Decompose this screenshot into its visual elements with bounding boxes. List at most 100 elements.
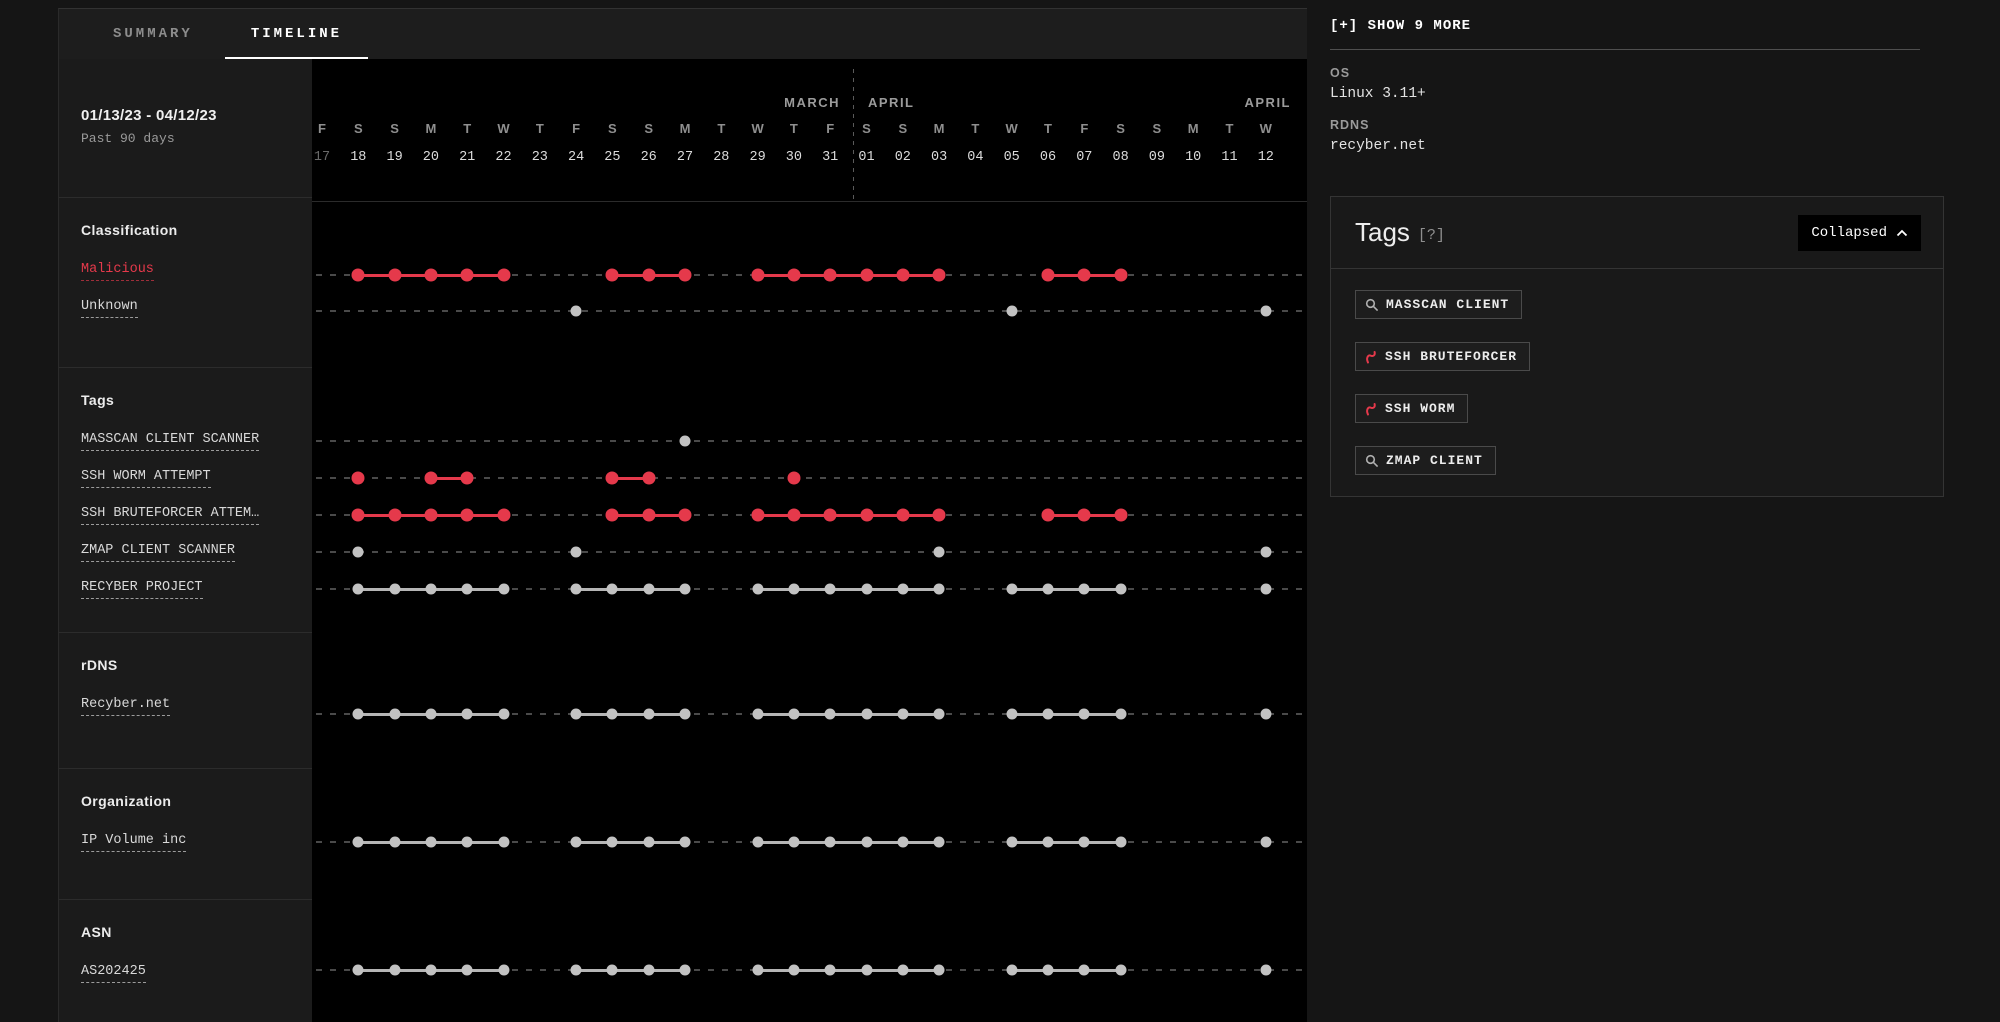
timeline-dot-ssh-bruteforcer-attempt-31[interactable] bbox=[824, 509, 837, 522]
tag-chip-masscan-client[interactable]: MASSCAN CLIENT bbox=[1355, 290, 1522, 319]
timeline-dot-organization-ip-volume-inc-01[interactable] bbox=[861, 837, 872, 848]
timeline-dot-recyber-project-21[interactable] bbox=[462, 584, 473, 595]
timeline-dot-recyber-project-08[interactable] bbox=[1115, 584, 1126, 595]
timeline-dot-rdns-recyber-net-06[interactable] bbox=[1043, 709, 1054, 720]
sidebar-item-as202425[interactable]: AS202425 bbox=[81, 964, 146, 983]
timeline-dot-rdns-recyber-net-08[interactable] bbox=[1115, 709, 1126, 720]
sidebar-item-ssh-bruteforcer-attem-[interactable]: SSH BRUTEFORCER ATTEM… bbox=[81, 506, 259, 525]
timeline-dot-organization-ip-volume-inc-21[interactable] bbox=[462, 837, 473, 848]
tag-chip-ssh-bruteforcer[interactable]: SSH BRUTEFORCER bbox=[1355, 342, 1530, 371]
timeline-dot-recyber-project-20[interactable] bbox=[425, 584, 436, 595]
timeline-dot-ssh-bruteforcer-attempt-20[interactable] bbox=[424, 509, 437, 522]
timeline-dot-recyber-project-07[interactable] bbox=[1079, 584, 1090, 595]
timeline-dot-malicious-18[interactable] bbox=[352, 269, 365, 282]
timeline-dot-malicious-26[interactable] bbox=[642, 269, 655, 282]
timeline-dot-organization-ip-volume-inc-12[interactable] bbox=[1260, 837, 1271, 848]
timeline-dot-asn-as202425-01[interactable] bbox=[861, 965, 872, 976]
timeline-dot-zmap-client-scanner-24[interactable] bbox=[571, 547, 582, 558]
timeline-dot-asn-as202425-24[interactable] bbox=[571, 965, 582, 976]
timeline-dot-rdns-recyber-net-18[interactable] bbox=[353, 709, 364, 720]
timeline-dot-rdns-recyber-net-05[interactable] bbox=[1006, 709, 1017, 720]
timeline-dot-masscan-client-scanner-27[interactable] bbox=[680, 436, 691, 447]
timeline-dot-malicious-29[interactable] bbox=[751, 269, 764, 282]
timeline-dot-organization-ip-volume-inc-24[interactable] bbox=[571, 837, 582, 848]
timeline-dot-asn-as202425-25[interactable] bbox=[607, 965, 618, 976]
sidebar-item-ssh-worm-attempt[interactable]: SSH WORM ATTEMPT bbox=[81, 469, 211, 488]
timeline-dot-zmap-client-scanner-18[interactable] bbox=[353, 547, 364, 558]
timeline-dot-asn-as202425-31[interactable] bbox=[825, 965, 836, 976]
timeline-dot-asn-as202425-03[interactable] bbox=[934, 965, 945, 976]
timeline-dot-recyber-project-06[interactable] bbox=[1043, 584, 1054, 595]
timeline-dot-rdns-recyber-net-26[interactable] bbox=[643, 709, 654, 720]
timeline-dot-ssh-worm-attempt-30[interactable] bbox=[787, 472, 800, 485]
timeline-dot-recyber-project-24[interactable] bbox=[571, 584, 582, 595]
timeline-dot-malicious-27[interactable] bbox=[679, 269, 692, 282]
sidebar-item-masscan-client-scanner[interactable]: MASSCAN CLIENT SCANNER bbox=[81, 432, 259, 451]
timeline-dot-recyber-project-03[interactable] bbox=[934, 584, 945, 595]
timeline-dot-asn-as202425-07[interactable] bbox=[1079, 965, 1090, 976]
timeline-dot-zmap-client-scanner-03[interactable] bbox=[934, 547, 945, 558]
timeline-dot-malicious-31[interactable] bbox=[824, 269, 837, 282]
timeline-dot-unknown-24[interactable] bbox=[571, 306, 582, 317]
timeline-dot-recyber-project-25[interactable] bbox=[607, 584, 618, 595]
sidebar-item-recyber-project[interactable]: RECYBER PROJECT bbox=[81, 580, 203, 599]
timeline-dot-ssh-bruteforcer-attempt-03[interactable] bbox=[933, 509, 946, 522]
timeline-dot-ssh-bruteforcer-attempt-06[interactable] bbox=[1042, 509, 1055, 522]
timeline-dot-unknown-05[interactable] bbox=[1006, 306, 1017, 317]
timeline-dot-rdns-recyber-net-31[interactable] bbox=[825, 709, 836, 720]
timeline-dot-ssh-worm-attempt-18[interactable] bbox=[352, 472, 365, 485]
timeline-dot-ssh-worm-attempt-25[interactable] bbox=[606, 472, 619, 485]
timeline-dot-ssh-bruteforcer-attempt-27[interactable] bbox=[679, 509, 692, 522]
timeline-dot-asn-as202425-29[interactable] bbox=[752, 965, 763, 976]
timeline-dot-rdns-recyber-net-12[interactable] bbox=[1260, 709, 1271, 720]
timeline-dot-recyber-project-12[interactable] bbox=[1260, 584, 1271, 595]
timeline-dot-asn-as202425-06[interactable] bbox=[1043, 965, 1054, 976]
timeline-dot-asn-as202425-22[interactable] bbox=[498, 965, 509, 976]
timeline-dot-rdns-recyber-net-07[interactable] bbox=[1079, 709, 1090, 720]
timeline-dot-asn-as202425-08[interactable] bbox=[1115, 965, 1126, 976]
timeline-dot-organization-ip-volume-inc-29[interactable] bbox=[752, 837, 763, 848]
timeline-dot-unknown-12[interactable] bbox=[1260, 306, 1271, 317]
timeline-dot-malicious-01[interactable] bbox=[860, 269, 873, 282]
timeline-dot-ssh-bruteforcer-attempt-29[interactable] bbox=[751, 509, 764, 522]
timeline-dot-asn-as202425-21[interactable] bbox=[462, 965, 473, 976]
timeline-dot-organization-ip-volume-inc-27[interactable] bbox=[680, 837, 691, 848]
timeline-dot-asn-as202425-30[interactable] bbox=[788, 965, 799, 976]
timeline-dot-organization-ip-volume-inc-19[interactable] bbox=[389, 837, 400, 848]
timeline-dot-recyber-project-19[interactable] bbox=[389, 584, 400, 595]
timeline-dot-ssh-bruteforcer-attempt-01[interactable] bbox=[860, 509, 873, 522]
timeline-dot-organization-ip-volume-inc-02[interactable] bbox=[897, 837, 908, 848]
timeline-dot-organization-ip-volume-inc-22[interactable] bbox=[498, 837, 509, 848]
timeline-dot-ssh-bruteforcer-attempt-25[interactable] bbox=[606, 509, 619, 522]
timeline-dot-malicious-25[interactable] bbox=[606, 269, 619, 282]
timeline-dot-ssh-bruteforcer-attempt-22[interactable] bbox=[497, 509, 510, 522]
sidebar-item-unknown[interactable]: Unknown bbox=[81, 299, 138, 318]
tab-summary[interactable]: SUMMARY bbox=[99, 9, 207, 59]
timeline-dot-malicious-02[interactable] bbox=[896, 269, 909, 282]
timeline-dot-rdns-recyber-net-19[interactable] bbox=[389, 709, 400, 720]
timeline-dot-asn-as202425-05[interactable] bbox=[1006, 965, 1017, 976]
timeline-dot-recyber-project-27[interactable] bbox=[680, 584, 691, 595]
timeline-dot-rdns-recyber-net-29[interactable] bbox=[752, 709, 763, 720]
timeline-dot-ssh-bruteforcer-attempt-08[interactable] bbox=[1114, 509, 1127, 522]
timeline-dot-malicious-06[interactable] bbox=[1042, 269, 1055, 282]
timeline-dot-rdns-recyber-net-21[interactable] bbox=[462, 709, 473, 720]
timeline-dot-asn-as202425-18[interactable] bbox=[353, 965, 364, 976]
timeline-dot-zmap-client-scanner-12[interactable] bbox=[1260, 547, 1271, 558]
timeline-dot-asn-as202425-02[interactable] bbox=[897, 965, 908, 976]
timeline-dot-rdns-recyber-net-01[interactable] bbox=[861, 709, 872, 720]
tab-timeline[interactable]: TIMELINE bbox=[237, 9, 356, 59]
timeline-dot-recyber-project-26[interactable] bbox=[643, 584, 654, 595]
timeline-dot-rdns-recyber-net-22[interactable] bbox=[498, 709, 509, 720]
timeline-dot-recyber-project-18[interactable] bbox=[353, 584, 364, 595]
timeline-dot-organization-ip-volume-inc-18[interactable] bbox=[353, 837, 364, 848]
tags-help-icon[interactable]: [?] bbox=[1418, 227, 1445, 244]
timeline-dot-organization-ip-volume-inc-07[interactable] bbox=[1079, 837, 1090, 848]
timeline-dot-asn-as202425-20[interactable] bbox=[425, 965, 436, 976]
timeline-dot-organization-ip-volume-inc-26[interactable] bbox=[643, 837, 654, 848]
timeline-dot-asn-as202425-12[interactable] bbox=[1260, 965, 1271, 976]
timeline-dot-malicious-19[interactable] bbox=[388, 269, 401, 282]
timeline-dot-organization-ip-volume-inc-20[interactable] bbox=[425, 837, 436, 848]
timeline-dot-rdns-recyber-net-02[interactable] bbox=[897, 709, 908, 720]
timeline-dot-malicious-03[interactable] bbox=[933, 269, 946, 282]
